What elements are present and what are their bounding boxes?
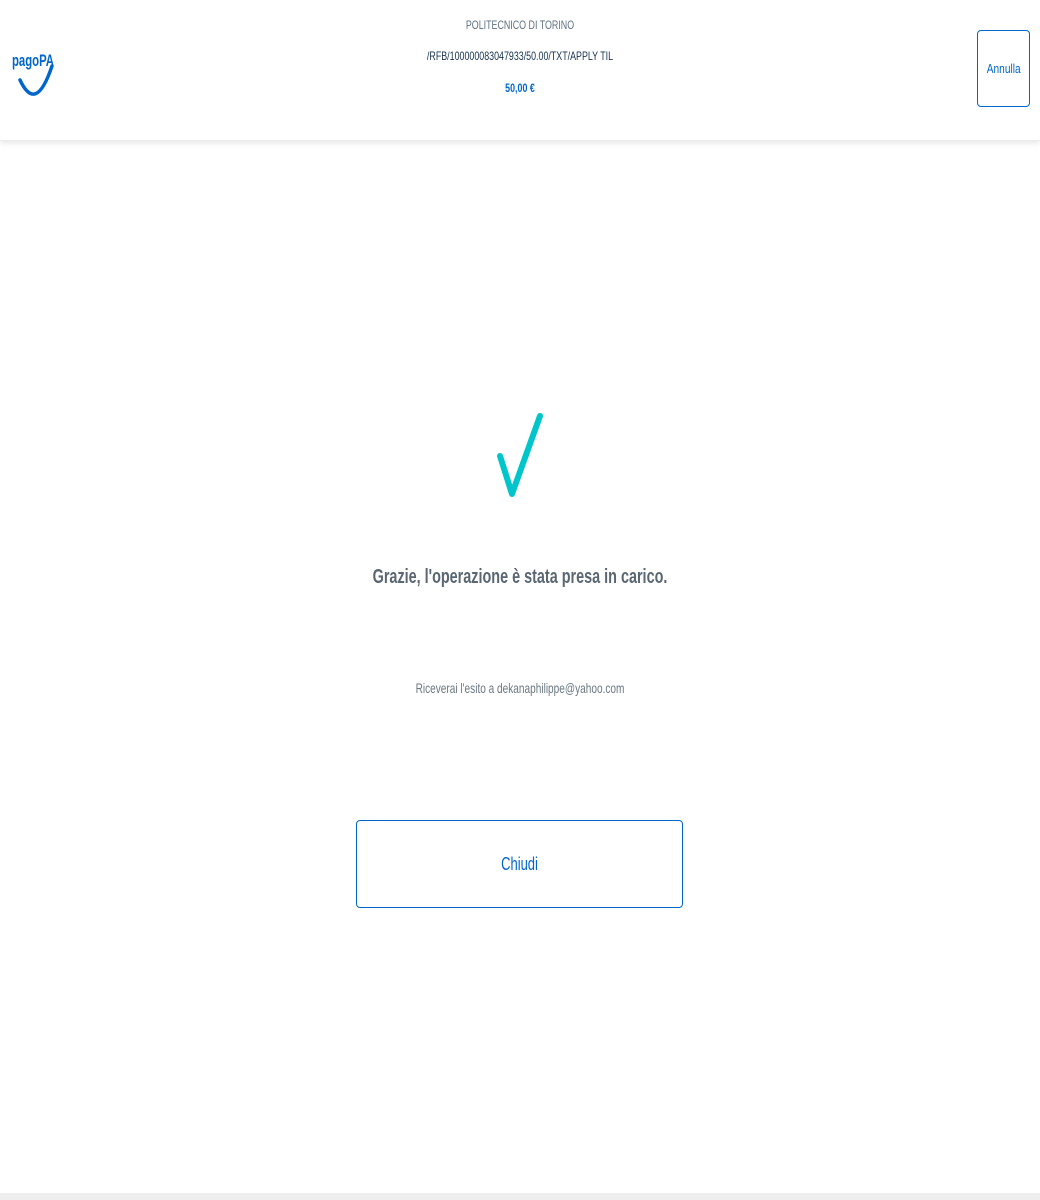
close-button-label: Chiudi (501, 853, 538, 874)
cancel-button-label: Annulla (986, 61, 1021, 76)
creditor-name: POLITECNICO DI TORINO (465, 18, 575, 32)
cancel-button[interactable]: Annulla (977, 30, 1030, 107)
email-notice: Riceverai l'esito a dekanaphilippe@yahoo… (415, 680, 625, 696)
payment-amount: 50,00 € (505, 81, 535, 95)
success-message: Grazie, l'operazione è stata presa in ca… (372, 566, 668, 588)
payment-summary: POLITECNICO DI TORINO /RFB/1000000830479… (0, 14, 1040, 95)
payment-subject: /RFB/100000083047933/50.00/TXT/APPLY TIL (426, 49, 614, 63)
close-button[interactable]: Chiudi (356, 820, 683, 908)
top-header: pagoPA POLITECNICO DI TORINO /RFB/100000… (0, 0, 1040, 141)
checkmark-icon (490, 408, 550, 500)
footer-bar (0, 1193, 1040, 1200)
